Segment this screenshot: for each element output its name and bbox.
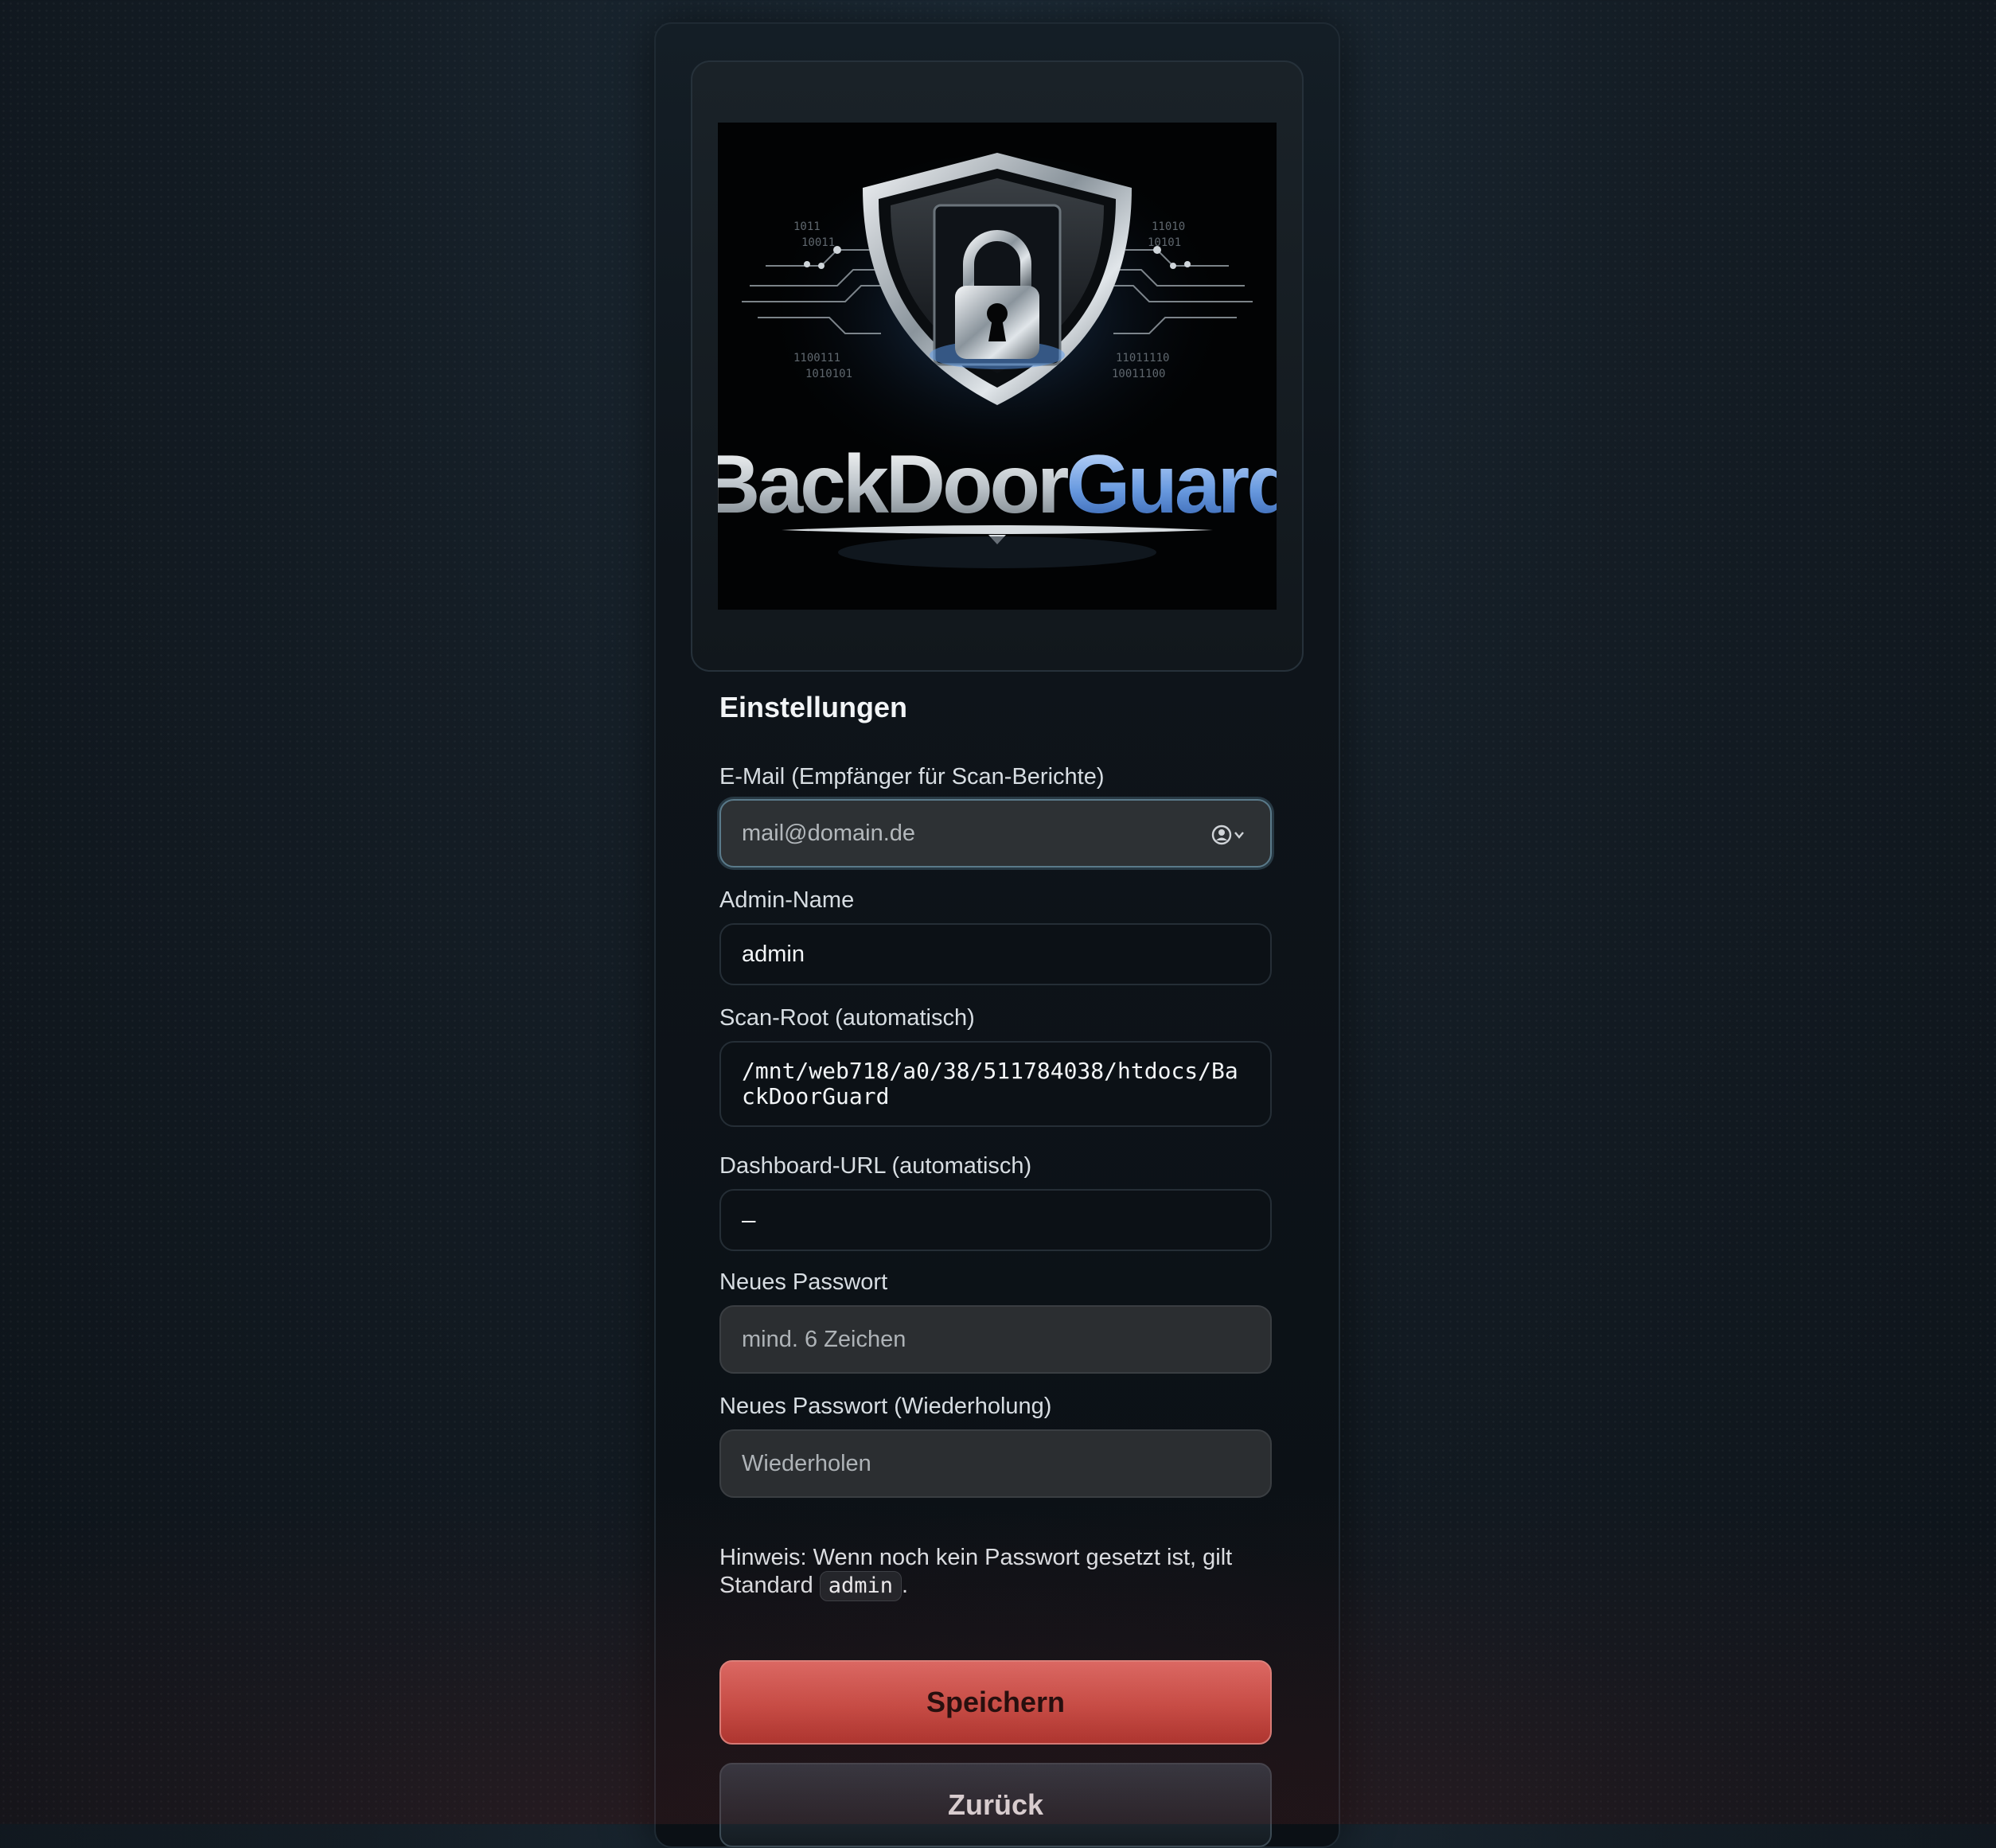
svg-text:11010: 11010	[1152, 220, 1185, 233]
password-hint: Hinweis: Wenn noch kein Passwort gesetzt…	[719, 1544, 1277, 1601]
svg-text:10011: 10011	[801, 236, 835, 249]
new-password-input[interactable]: mind. 6 Zeichen	[719, 1305, 1272, 1374]
admin-name-label: Admin-Name	[719, 887, 855, 913]
admin-name-value: admin	[742, 941, 805, 967]
autofill-contact-icon[interactable]	[1210, 823, 1249, 847]
svg-text:BackDoorGuard: BackDoorGuard	[718, 439, 1277, 531]
backdoorguard-logo: 1011 10011 11010 10101 1100111 1010101 1101…	[718, 123, 1277, 610]
scan-root-label: Scan-Root (automatisch)	[719, 1005, 975, 1031]
scan-root-value: /mnt/web718/a0/38/511784038/htdocs/BackD…	[742, 1058, 1238, 1109]
logo-card: 1011 10011 11010 10101 1100111 1010101 1101…	[691, 60, 1304, 672]
svg-text:11011110: 11011110	[1116, 352, 1169, 365]
svg-text:1010101: 1010101	[805, 368, 852, 380]
svg-text:10011100: 10011100	[1112, 368, 1165, 380]
svg-text:1011: 1011	[793, 220, 821, 233]
admin-name-input[interactable]: admin	[719, 923, 1272, 985]
dashboard-url-field: –	[719, 1189, 1272, 1251]
scan-root-field: /mnt/web718/a0/38/511784038/htdocs/BackD…	[719, 1041, 1272, 1127]
new-password-repeat-placeholder: Wiederholen	[742, 1450, 871, 1476]
save-button[interactable]: Speichern	[719, 1660, 1272, 1745]
hint-text: Hinweis: Wenn noch kein Passwort gesetzt…	[719, 1545, 1233, 1598]
new-password-repeat-input[interactable]: Wiederholen	[719, 1429, 1272, 1498]
new-password-repeat-label: Neues Passwort (Wiederholung)	[719, 1394, 1052, 1419]
dashboard-url-label: Dashboard-URL (automatisch)	[719, 1153, 1032, 1179]
back-button[interactable]: Zurück	[719, 1763, 1272, 1847]
new-password-placeholder: mind. 6 Zeichen	[742, 1326, 906, 1352]
hint-default-code: admin	[819, 1571, 902, 1601]
svg-text:1100111: 1100111	[793, 352, 840, 365]
email-label: E-Mail (Empfänger für Scan-Berichte)	[719, 764, 1105, 789]
svg-text:10101: 10101	[1148, 236, 1181, 249]
dashboard-url-value: –	[742, 1207, 756, 1234]
new-password-label: Neues Passwort	[719, 1269, 888, 1295]
email-field[interactable]: mail@domain.de	[719, 799, 1272, 867]
hint-suffix: .	[902, 1573, 909, 1598]
settings-panel: 1011 10011 11010 10101 1100111 1010101 1101…	[654, 22, 1340, 1848]
settings-title: Einstellungen	[719, 691, 908, 723]
email-placeholder: mail@domain.de	[742, 820, 916, 846]
